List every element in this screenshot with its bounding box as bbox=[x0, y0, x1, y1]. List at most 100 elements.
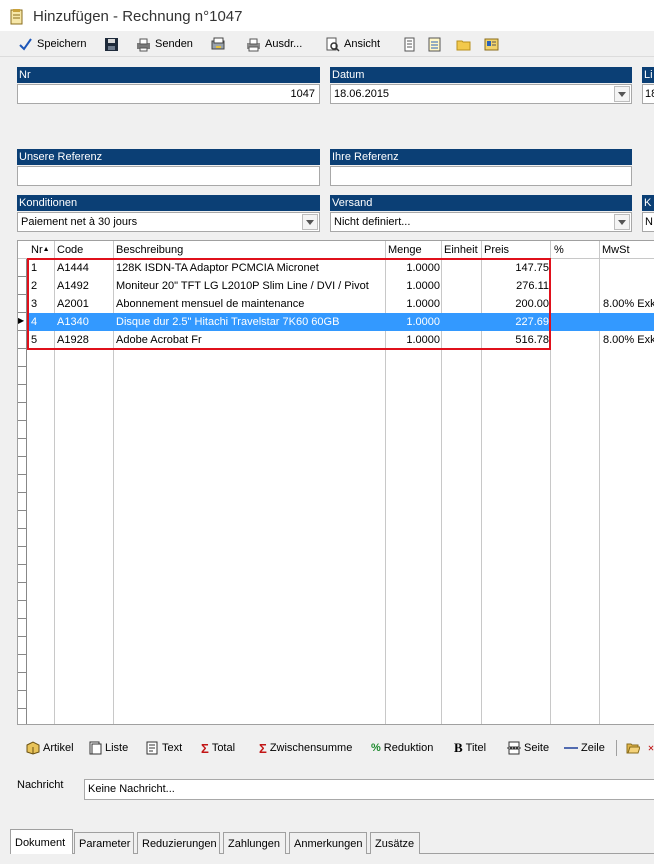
row-indicator-cell[interactable] bbox=[18, 385, 27, 403]
versand-dropdown-button[interactable] bbox=[614, 214, 630, 230]
list-icon bbox=[89, 741, 102, 755]
col-header-prozent[interactable]: % bbox=[554, 244, 564, 256]
notes-button[interactable] bbox=[427, 35, 442, 53]
article-box-icon bbox=[26, 741, 40, 755]
row-indicator-cell[interactable] bbox=[18, 529, 27, 547]
versand-select[interactable]: Nicht definiert... bbox=[330, 212, 632, 232]
add-reduction-button[interactable]: % Reduktion bbox=[371, 740, 433, 756]
row-indicator-cell[interactable] bbox=[18, 673, 27, 691]
row-indicator-cell[interactable] bbox=[18, 295, 27, 313]
lieferdatum-label: Li bbox=[642, 67, 654, 83]
floppy-save-button[interactable] bbox=[104, 35, 119, 53]
tab-parameter[interactable]: Parameter bbox=[74, 832, 134, 854]
document-button[interactable] bbox=[402, 35, 417, 53]
ihre-referenz-field[interactable] bbox=[330, 166, 632, 186]
datum-label: Datum bbox=[330, 67, 632, 83]
row-indicator-cell[interactable]: ▶ bbox=[18, 313, 27, 331]
col-header-menge[interactable]: Menge bbox=[388, 244, 422, 256]
nr-field[interactable]: 1047 bbox=[17, 84, 320, 104]
send-button-label: Senden bbox=[155, 38, 193, 50]
row-indicator-cell[interactable] bbox=[18, 637, 27, 655]
col-header-beschreibung[interactable]: Beschreibung bbox=[116, 244, 183, 256]
col-header-code[interactable]: Code bbox=[57, 244, 83, 256]
col-header-preis[interactable]: Preis bbox=[484, 244, 509, 256]
window-title: Hinzufügen - Rechnung n°1047 bbox=[33, 8, 243, 25]
row-indicator-cell[interactable] bbox=[18, 475, 27, 493]
row-indicator-cell[interactable] bbox=[18, 403, 27, 421]
add-page-label: Seite bbox=[524, 742, 550, 754]
row-indicator-cell[interactable] bbox=[18, 601, 27, 619]
view-button[interactable]: Ansicht bbox=[325, 35, 380, 53]
message-label: Nachricht bbox=[17, 779, 64, 791]
row-indicator-cell[interactable] bbox=[18, 619, 27, 637]
tab-zahlungen[interactable]: Zahlungen bbox=[223, 832, 286, 854]
row-indicator-cell[interactable] bbox=[18, 259, 27, 277]
main-toolbar: Speichern Senden Ausdr... Ansicht bbox=[0, 31, 654, 57]
toolbar-separator bbox=[616, 740, 617, 756]
preview-icon bbox=[326, 37, 340, 52]
row-indicator-cell[interactable] bbox=[18, 709, 27, 724]
datum-field[interactable]: 18.06.2015 bbox=[330, 84, 632, 104]
folder-button[interactable] bbox=[456, 35, 471, 53]
text-doc-icon bbox=[146, 741, 158, 755]
extra-select[interactable]: N bbox=[642, 212, 654, 232]
title-bar: Hinzufügen - Rechnung n°1047 bbox=[0, 0, 654, 31]
tab-reduzierungen[interactable]: Reduzierungen bbox=[137, 832, 220, 854]
add-text-button[interactable]: Text bbox=[145, 740, 182, 756]
print-button[interactable]: Ausdr... bbox=[246, 35, 302, 53]
row-indicator-cell[interactable] bbox=[18, 691, 27, 709]
send-button[interactable]: Senden bbox=[136, 35, 193, 53]
row-indicator-cell[interactable] bbox=[18, 367, 27, 385]
versand-label: Versand bbox=[330, 195, 632, 211]
datum-dropdown-button[interactable] bbox=[614, 86, 630, 102]
cell-mwst[interactable]: 8.00% Exkl bbox=[603, 334, 654, 346]
info-card-button[interactable] bbox=[484, 35, 499, 53]
col-header-nr[interactable]: Nr▲ bbox=[31, 244, 50, 256]
print-stack-button[interactable] bbox=[211, 35, 226, 53]
row-indicator-cell[interactable] bbox=[18, 331, 27, 349]
add-page-button[interactable]: Seite bbox=[507, 740, 549, 756]
add-text-label: Text bbox=[162, 742, 183, 754]
cell-mwst[interactable]: 8.00% Exkl bbox=[603, 298, 654, 310]
tab-anmerkungen[interactable]: Anmerkungen bbox=[289, 832, 367, 854]
konditionen-select[interactable]: Paiement net à 30 jours bbox=[17, 212, 320, 232]
konditionen-dropdown-button[interactable] bbox=[302, 214, 318, 230]
message-field[interactable]: Keine Nachricht... bbox=[84, 779, 654, 800]
row-indicator-cell[interactable] bbox=[18, 421, 27, 439]
add-article-button[interactable]: Artikel bbox=[26, 740, 74, 756]
notes-icon bbox=[428, 37, 441, 51]
info-card-icon bbox=[484, 38, 499, 50]
row-indicator-cell[interactable] bbox=[18, 565, 27, 583]
tab-zusaetze[interactable]: Zusätze bbox=[370, 832, 420, 854]
lieferdatum-field[interactable]: 18 bbox=[642, 84, 654, 104]
delete-button[interactable] bbox=[648, 740, 654, 756]
row-indicator-cell[interactable] bbox=[18, 655, 27, 673]
row-indicator-cell[interactable] bbox=[18, 493, 27, 511]
row-indicator-cell[interactable] bbox=[18, 349, 27, 367]
row-indicator-cell[interactable] bbox=[18, 511, 27, 529]
open-folder-button[interactable] bbox=[626, 740, 640, 756]
row-indicator-cell[interactable] bbox=[18, 277, 27, 295]
add-subtotal-label: Zwischensumme bbox=[269, 742, 353, 754]
row-indicator-cell[interactable] bbox=[18, 547, 27, 565]
save-button[interactable]: Speichern bbox=[18, 35, 87, 53]
col-header-einheit[interactable]: Einheit bbox=[444, 244, 478, 256]
delete-icon bbox=[648, 745, 654, 751]
highlight-rectangle bbox=[27, 258, 551, 350]
row-indicator-cell[interactable] bbox=[18, 439, 27, 457]
tab-dokument[interactable]: Dokument bbox=[10, 829, 73, 854]
add-reduction-label: Reduktion bbox=[383, 742, 434, 754]
row-indicator-cell[interactable] bbox=[18, 583, 27, 601]
col-header-mwst[interactable]: MwSt bbox=[602, 244, 630, 256]
add-list-button[interactable]: Liste bbox=[88, 740, 128, 756]
current-row-marker-icon: ▶ bbox=[18, 316, 25, 325]
line-icon bbox=[564, 747, 578, 749]
add-subtotal-button[interactable]: Σ Zwischensumme bbox=[259, 740, 352, 756]
percent-icon: % bbox=[371, 742, 381, 754]
add-total-button[interactable]: Σ Total bbox=[201, 740, 235, 756]
row-indicator-cell[interactable] bbox=[18, 457, 27, 475]
add-total-label: Total bbox=[211, 742, 236, 754]
unsere-referenz-field[interactable] bbox=[17, 166, 320, 186]
add-line-button[interactable]: Zeile bbox=[564, 740, 605, 756]
add-title-button[interactable]: B Titel bbox=[454, 740, 486, 756]
